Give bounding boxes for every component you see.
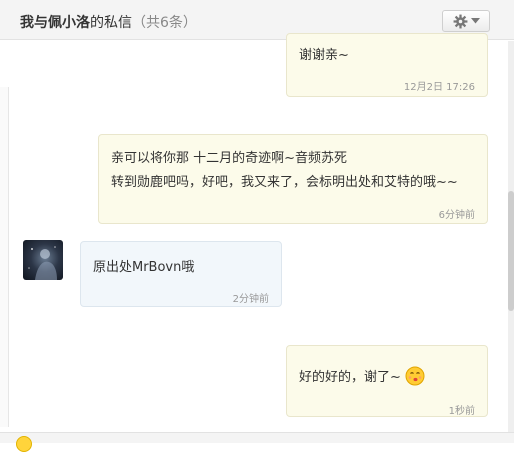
compose-toolbar (0, 432, 514, 452)
message-bubble-sent: 谢谢亲~ 12月2日 17:26 (286, 33, 488, 97)
smiley-icon[interactable] (16, 436, 32, 452)
title-suffix: 的私信 (90, 15, 132, 31)
message-bubble-received: 原出处MrBovn哦 2分钟前 (80, 241, 282, 307)
scrollbar-thumb[interactable] (508, 191, 514, 311)
message-text: 原出处MrBovn哦 (93, 260, 195, 275)
gear-icon (453, 14, 467, 28)
conversation-title: 我与佩小洛的私信（共6条） (20, 12, 197, 32)
message-bubble-sent: 好的好的，谢了~ 1秒前 (286, 345, 488, 417)
message-time: 6分钟前 (438, 210, 475, 221)
avatar-image (28, 246, 57, 280)
kiss-face-emoji (405, 366, 425, 386)
message-text-content: 好的好的，谢了~ (299, 370, 401, 385)
message-bubble-sent: 亲可以将你那 十二月的奇迹啊~音频苏死 转到勋鹿吧吗，好吧，我又来了，会标明出处… (98, 134, 488, 224)
avatar[interactable] (23, 240, 63, 280)
scrollbar[interactable] (508, 41, 514, 432)
message-text-line-1: 亲可以将你那 十二月的奇迹啊~音频苏死 (111, 151, 348, 166)
message-count: （共6条） (132, 15, 197, 31)
message-time: 12月2日 17:26 (403, 82, 475, 93)
message-time: 1秒前 (448, 406, 475, 417)
settings-dropdown-button[interactable] (442, 10, 490, 32)
message-time: 2分钟前 (232, 294, 269, 305)
contact-name[interactable]: 我与佩小洛 (20, 15, 90, 31)
message-text: 谢谢亲~ (299, 48, 349, 63)
caret-down-icon (470, 18, 480, 24)
message-text: 好的好的，谢了~ (299, 366, 425, 390)
message-text-line-2: 转到勋鹿吧吗，好吧，我又来了，会标明出处和艾特的哦~~ (111, 175, 458, 190)
thread-left-edge (0, 87, 9, 427)
